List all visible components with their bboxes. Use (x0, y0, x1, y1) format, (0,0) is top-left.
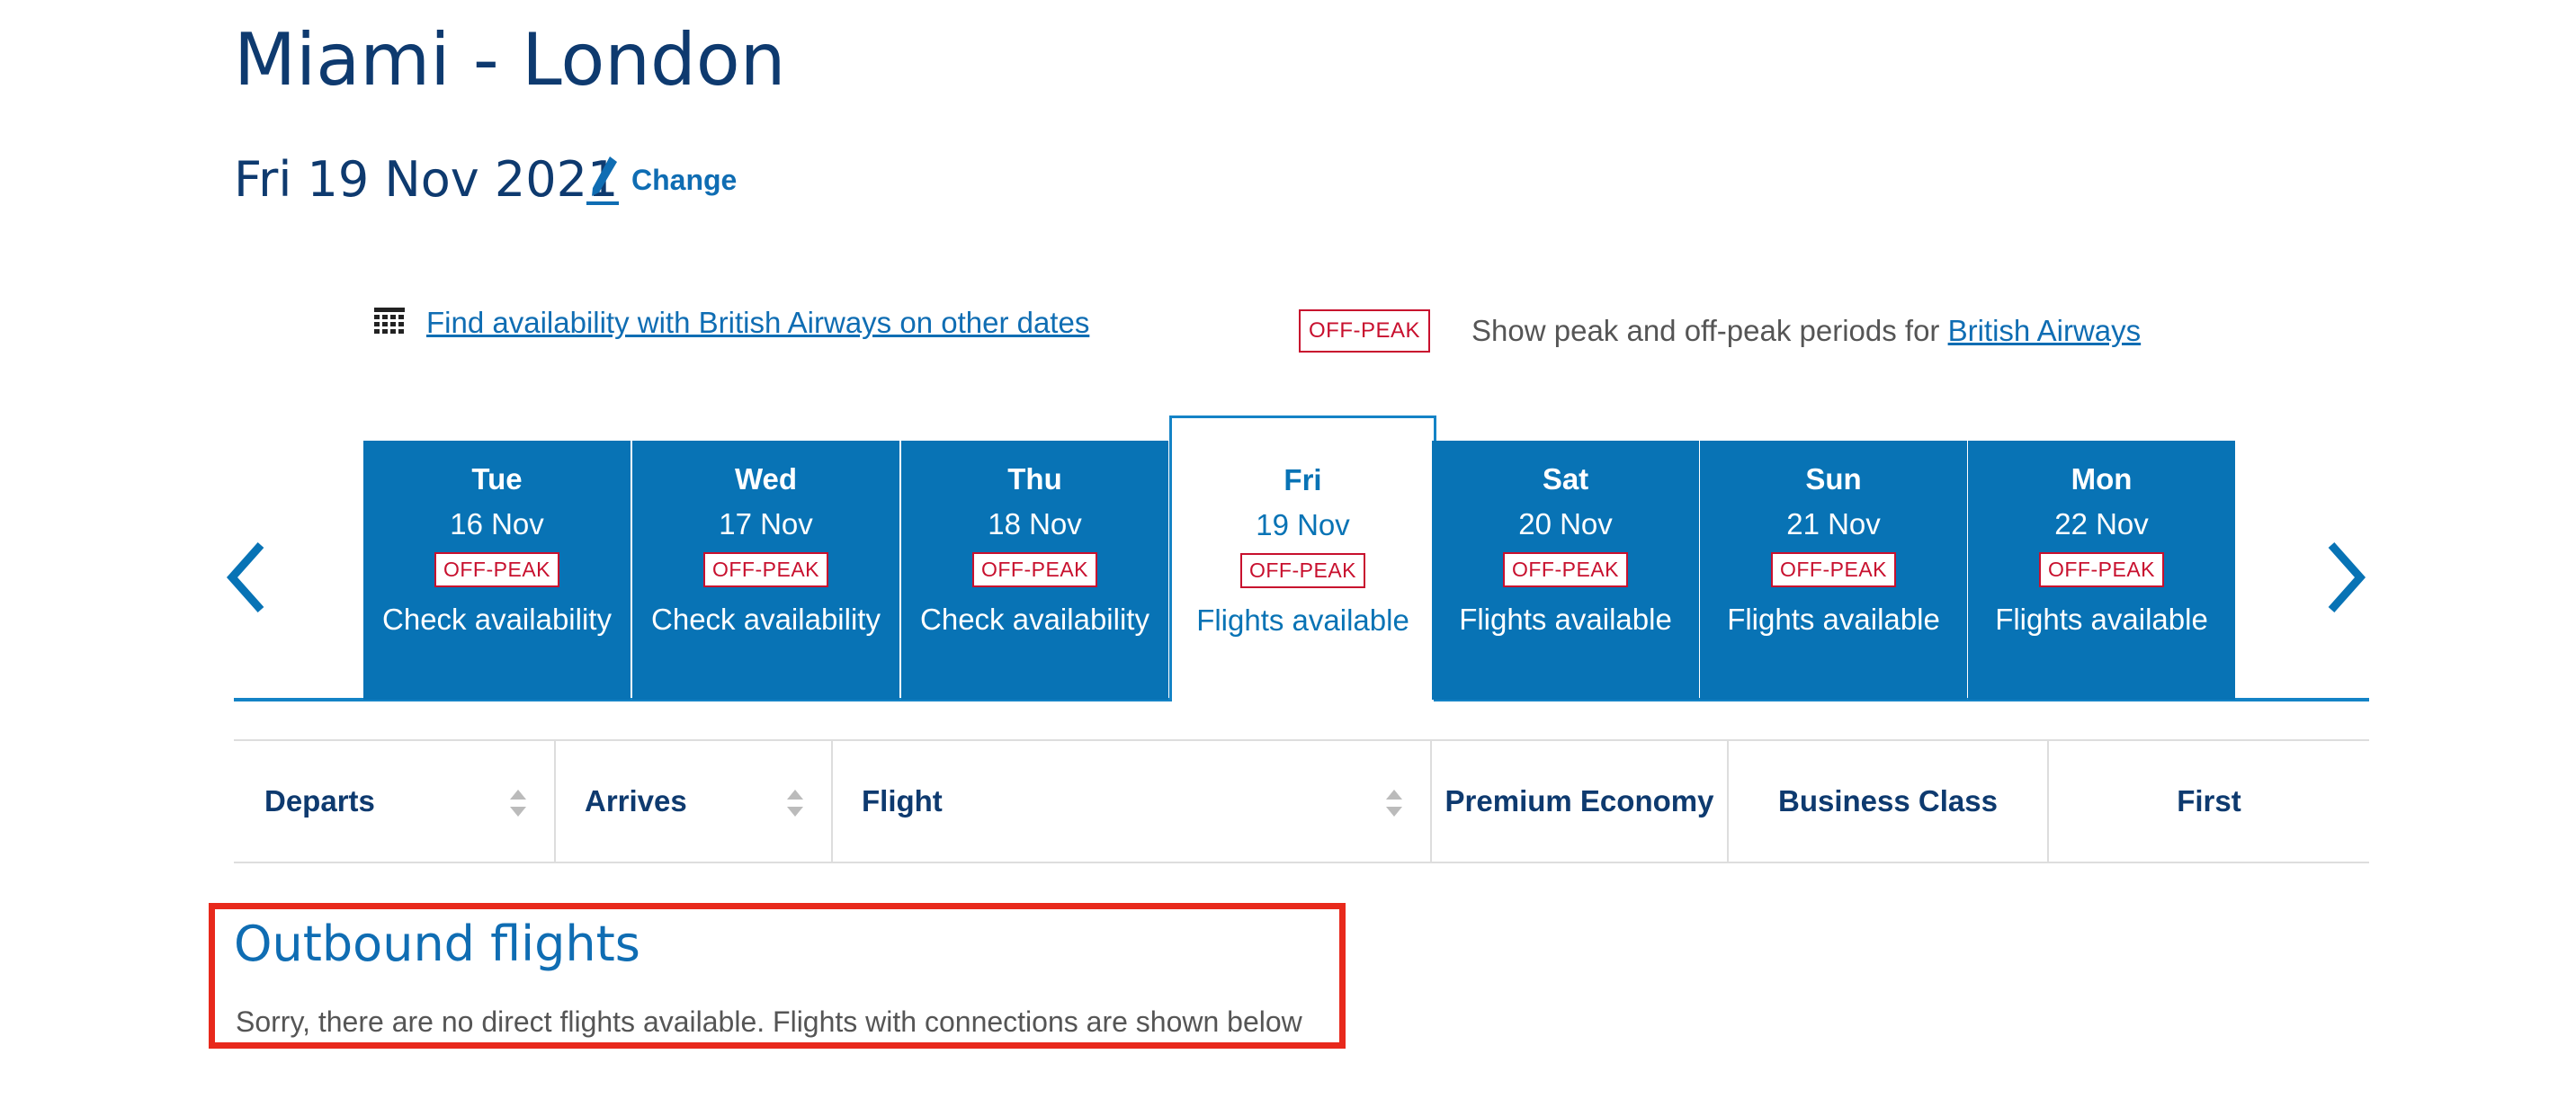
day-name: Sun (1805, 462, 1862, 496)
day-status: Flights available (1459, 603, 1672, 636)
other-dates-link[interactable]: Find availability with British Airways o… (426, 306, 1089, 340)
column-business-class[interactable]: Business Class (1727, 741, 2047, 862)
column-premium-economy[interactable]: Premium Economy (1430, 741, 1727, 862)
flight-table-header: Departs Arrives Flight Premium Economy B… (234, 739, 2369, 863)
day-status: Flights available (1727, 603, 1940, 636)
peak-periods-info: OFF-PEAK Show peak and off-peak periods … (1299, 309, 2141, 353)
day-tab-sun[interactable]: Sun 21 Nov OFF-PEAK Flights available (1700, 441, 1967, 700)
offpeak-badge: OFF-PEAK (702, 552, 828, 587)
day-status: Flights available (1196, 603, 1409, 637)
day-date: 16 Nov (450, 507, 544, 541)
day-date: 18 Nov (988, 507, 1082, 541)
day-name: Fri (1284, 463, 1322, 496)
day-name: Wed (734, 462, 798, 496)
sort-icon (787, 790, 803, 817)
offpeak-badge: OFF-PEAK (1299, 309, 1431, 353)
column-flight[interactable]: Flight (831, 741, 1430, 862)
chevron-right-icon[interactable] (2322, 540, 2367, 615)
day-status: Check availability (920, 603, 1149, 636)
day-status: Flights available (1995, 603, 2208, 636)
day-tab-thu[interactable]: Thu 18 Nov OFF-PEAK Check availability (901, 441, 1168, 700)
day-date: 19 Nov (1256, 508, 1350, 541)
peak-text: Show peak and off-peak periods for Briti… (1471, 314, 2141, 348)
day-status: Check availability (382, 603, 612, 636)
day-name: Sat (1542, 462, 1589, 496)
sort-icon (510, 790, 526, 817)
column-departs[interactable]: Departs (234, 741, 554, 862)
change-date-button[interactable]: Change (585, 153, 737, 207)
offpeak-badge: OFF-PEAK (1502, 552, 1628, 587)
pencil-icon (586, 156, 619, 205)
day-date: 20 Nov (1518, 507, 1613, 541)
column-label: Flight (862, 784, 943, 818)
day-tab-sat[interactable]: Sat 20 Nov OFF-PEAK Flights available (1432, 441, 1699, 700)
offpeak-badge: OFF-PEAK (434, 552, 559, 587)
day-tab-mon[interactable]: Mon 22 Nov OFF-PEAK Flights available (1968, 441, 2235, 700)
day-date: 22 Nov (2054, 507, 2149, 541)
column-label: First (2177, 784, 2241, 818)
change-label: Change (631, 163, 738, 196)
day-name: Tue (471, 462, 523, 496)
day-tab-wed[interactable]: Wed 17 Nov OFF-PEAK Check availability (632, 441, 899, 700)
sort-icon (1386, 790, 1402, 817)
column-label: Departs (264, 784, 375, 818)
day-date: 21 Nov (1786, 507, 1881, 541)
column-label: Arrives (585, 784, 687, 818)
day-name: Mon (2071, 462, 2133, 496)
page-title: Miami - London (234, 18, 786, 102)
outbound-title: Outbound flights (234, 916, 640, 972)
offpeak-badge: OFF-PEAK (2038, 552, 2164, 587)
peak-text-label: Show peak and off-peak periods for (1471, 314, 1948, 347)
offpeak-badge: OFF-PEAK (1770, 552, 1896, 587)
day-date: 17 Nov (719, 507, 813, 541)
travel-date: Fri 19 Nov 2021 (234, 151, 619, 208)
column-label: Premium Economy (1445, 784, 1714, 818)
day-tab-fri-selected[interactable]: Fri 19 Nov OFF-PEAK Flights available (1169, 415, 1436, 701)
calendar-grid-icon (374, 308, 405, 334)
column-label: Business Class (1778, 784, 1998, 818)
day-tab-tue[interactable]: Tue 16 Nov OFF-PEAK Check availability (363, 441, 631, 700)
chevron-left-icon[interactable] (225, 540, 270, 615)
column-first[interactable]: First (2047, 741, 2369, 862)
offpeak-badge: OFF-PEAK (971, 552, 1097, 587)
no-direct-flights-message: Sorry, there are no direct flights avail… (236, 1005, 1302, 1038)
day-name: Thu (1007, 462, 1062, 496)
column-arrives[interactable]: Arrives (554, 741, 831, 862)
offpeak-badge: OFF-PEAK (1239, 553, 1365, 588)
day-status: Check availability (651, 603, 881, 636)
british-airways-link[interactable]: British Airways (1948, 314, 2142, 347)
calendar-availability: Find availability with British Airways o… (374, 306, 1089, 340)
